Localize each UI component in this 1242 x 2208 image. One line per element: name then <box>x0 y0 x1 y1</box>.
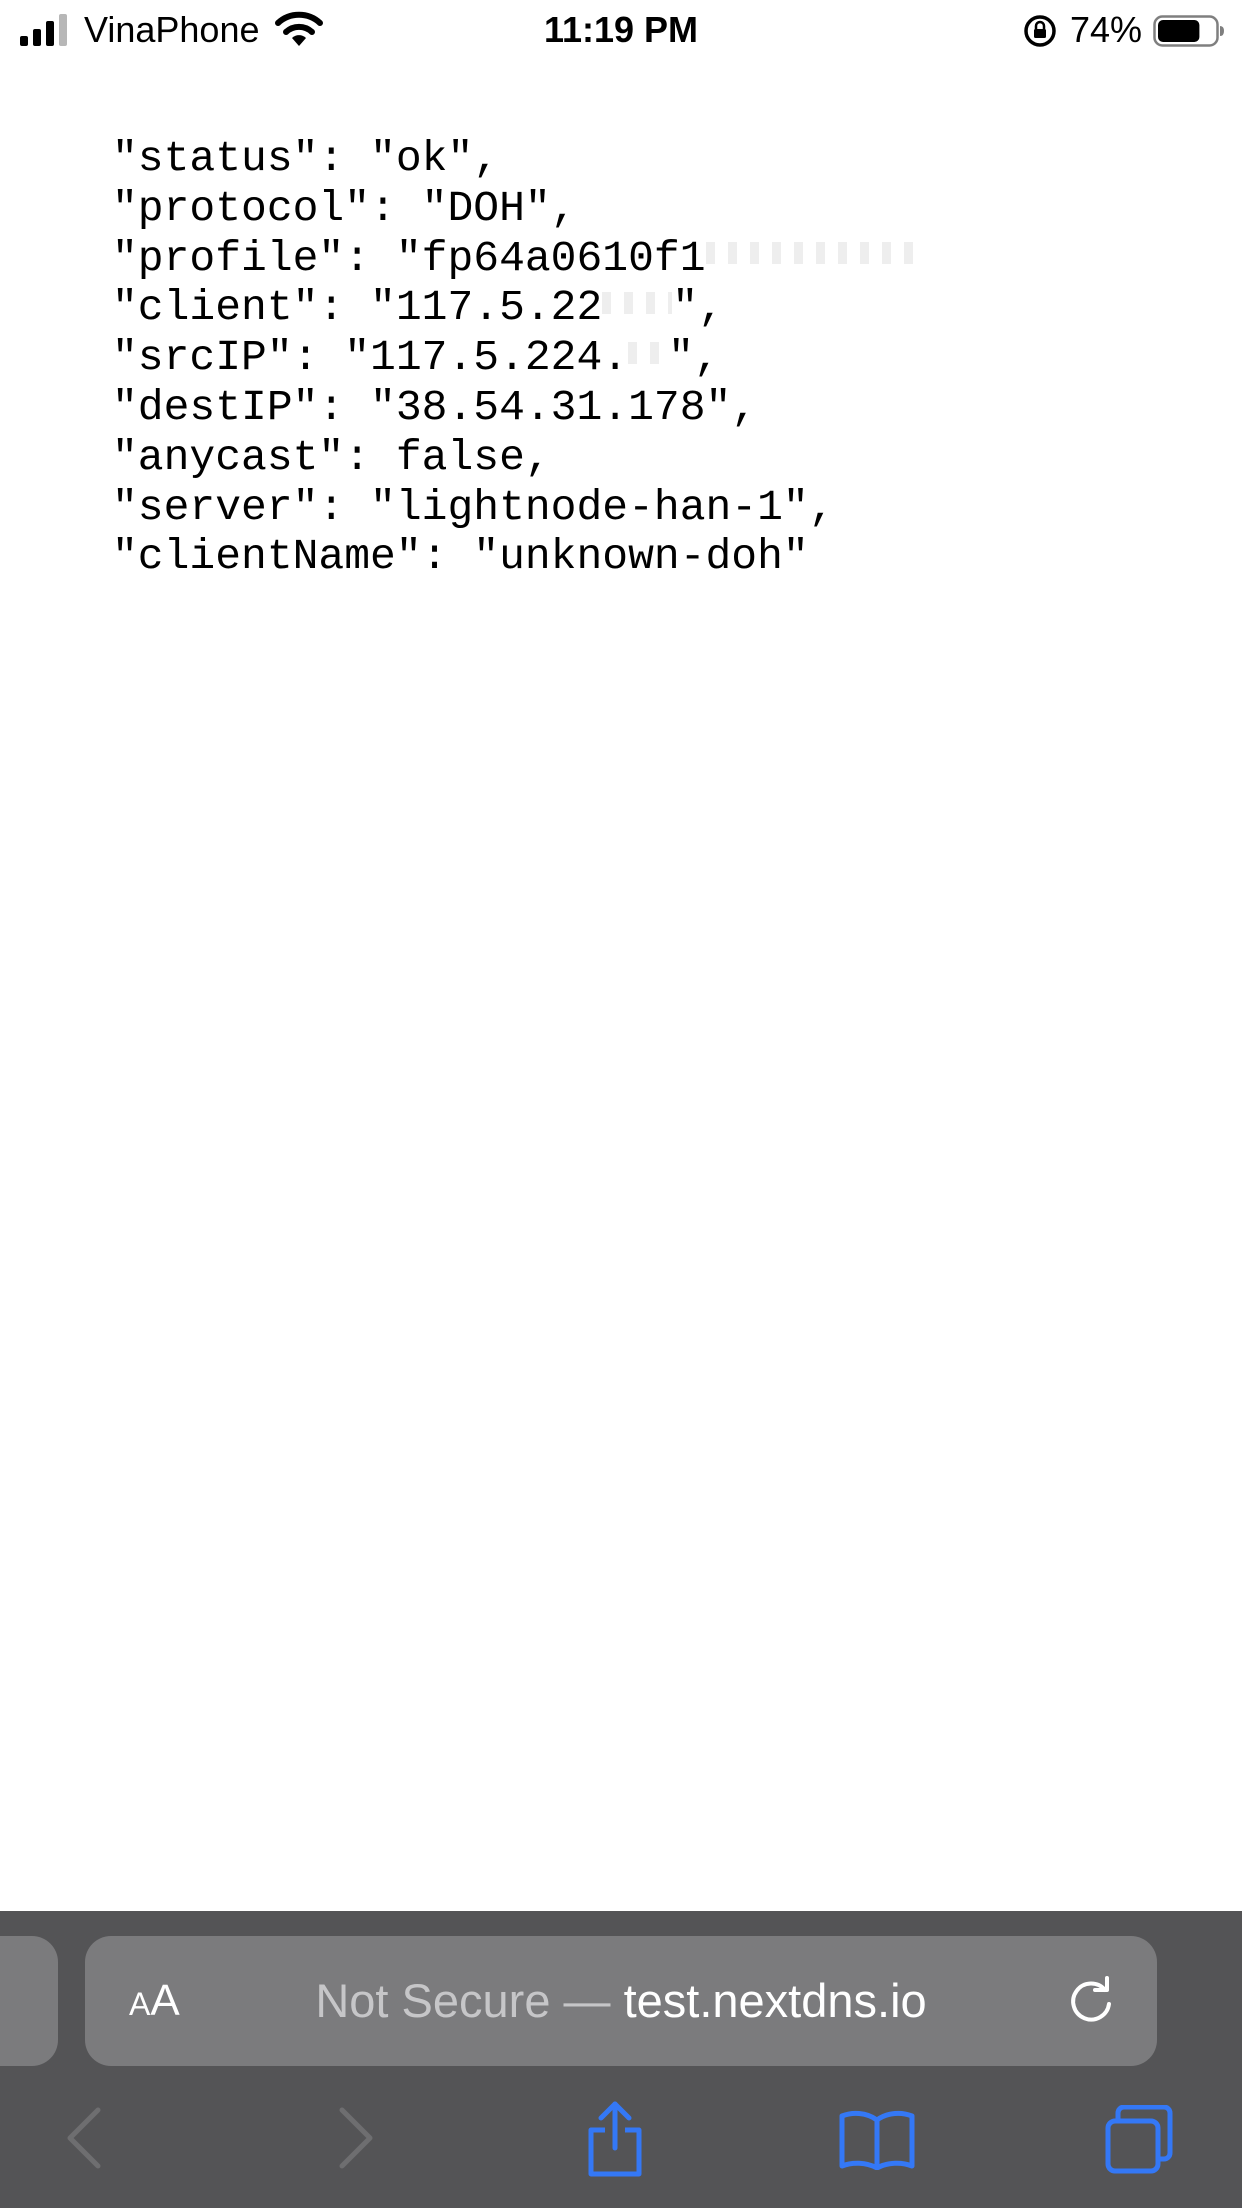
json-line-text: "status": "ok", <box>112 134 500 183</box>
address-bar[interactable]: AA Not Secure — test.nextdns.io <box>85 1936 1157 2066</box>
redaction-mark <box>628 341 669 364</box>
tabs-icon[interactable] <box>1104 2105 1174 2175</box>
json-line: "client": "117.5.22 ", <box>112 283 926 333</box>
json-line-text: "protocol": "DOH", <box>112 183 577 233</box>
json-line: "anycast": false, <box>112 433 926 483</box>
json-line: "status": "ok", <box>112 134 926 184</box>
json-line: "profile": "fp64a0610f1 <box>112 234 926 284</box>
json-line-suffix: ", <box>668 333 720 383</box>
json-line-suffix: ", <box>672 283 724 333</box>
json-line: "server": "lightnode-han-1", <box>112 483 926 533</box>
orientation-lock-icon <box>1024 15 1056 47</box>
json-response: "status": "ok", "protocol": "DOH", "profil… <box>112 134 926 582</box>
redaction-mark <box>705 242 926 265</box>
book-icon[interactable] <box>838 2110 916 2170</box>
chevron-left-icon[interactable] <box>64 2106 104 2170</box>
chevron-right-icon[interactable] <box>336 2106 376 2170</box>
redaction-mark <box>602 292 673 315</box>
json-line: "protocol": "DOH", <box>112 184 926 234</box>
security-warning: Not Secure — <box>315 1974 624 2027</box>
share-icon[interactable] <box>583 2100 647 2178</box>
status-bar: VinaPhone 11:19 PM 74% <box>0 0 1242 62</box>
json-line-text: "client": "117.5.22 <box>112 283 603 333</box>
json-line-text: "profile": "fp64a0610f1 <box>112 233 706 283</box>
json-line-text: "server": "lightnode-han-1", <box>112 482 835 532</box>
battery-percentage: 74% <box>1070 9 1143 50</box>
json-line-text: "anycast": false, <box>112 432 551 482</box>
previous-tab-preview[interactable] <box>0 1936 58 2066</box>
json-line-text: "clientName": "unknown-doh" <box>112 532 809 582</box>
json-line: "clientName": "unknown-doh" <box>112 532 926 582</box>
json-line-text: "destIP": "38.54.31.178", <box>112 382 758 432</box>
battery-icon <box>1153 15 1224 47</box>
url-display[interactable]: Not Secure — test.nextdns.io <box>85 1972 1157 2030</box>
url-domain: test.nextdns.io <box>623 1974 927 2027</box>
json-line: "destIP": "38.54.31.178", <box>112 383 926 433</box>
json-line-text: "srcIP": "117.5.224. <box>112 333 629 383</box>
json-line: "srcIP": "117.5.224. ", <box>112 333 926 383</box>
reload-icon[interactable] <box>1065 1976 1117 2028</box>
